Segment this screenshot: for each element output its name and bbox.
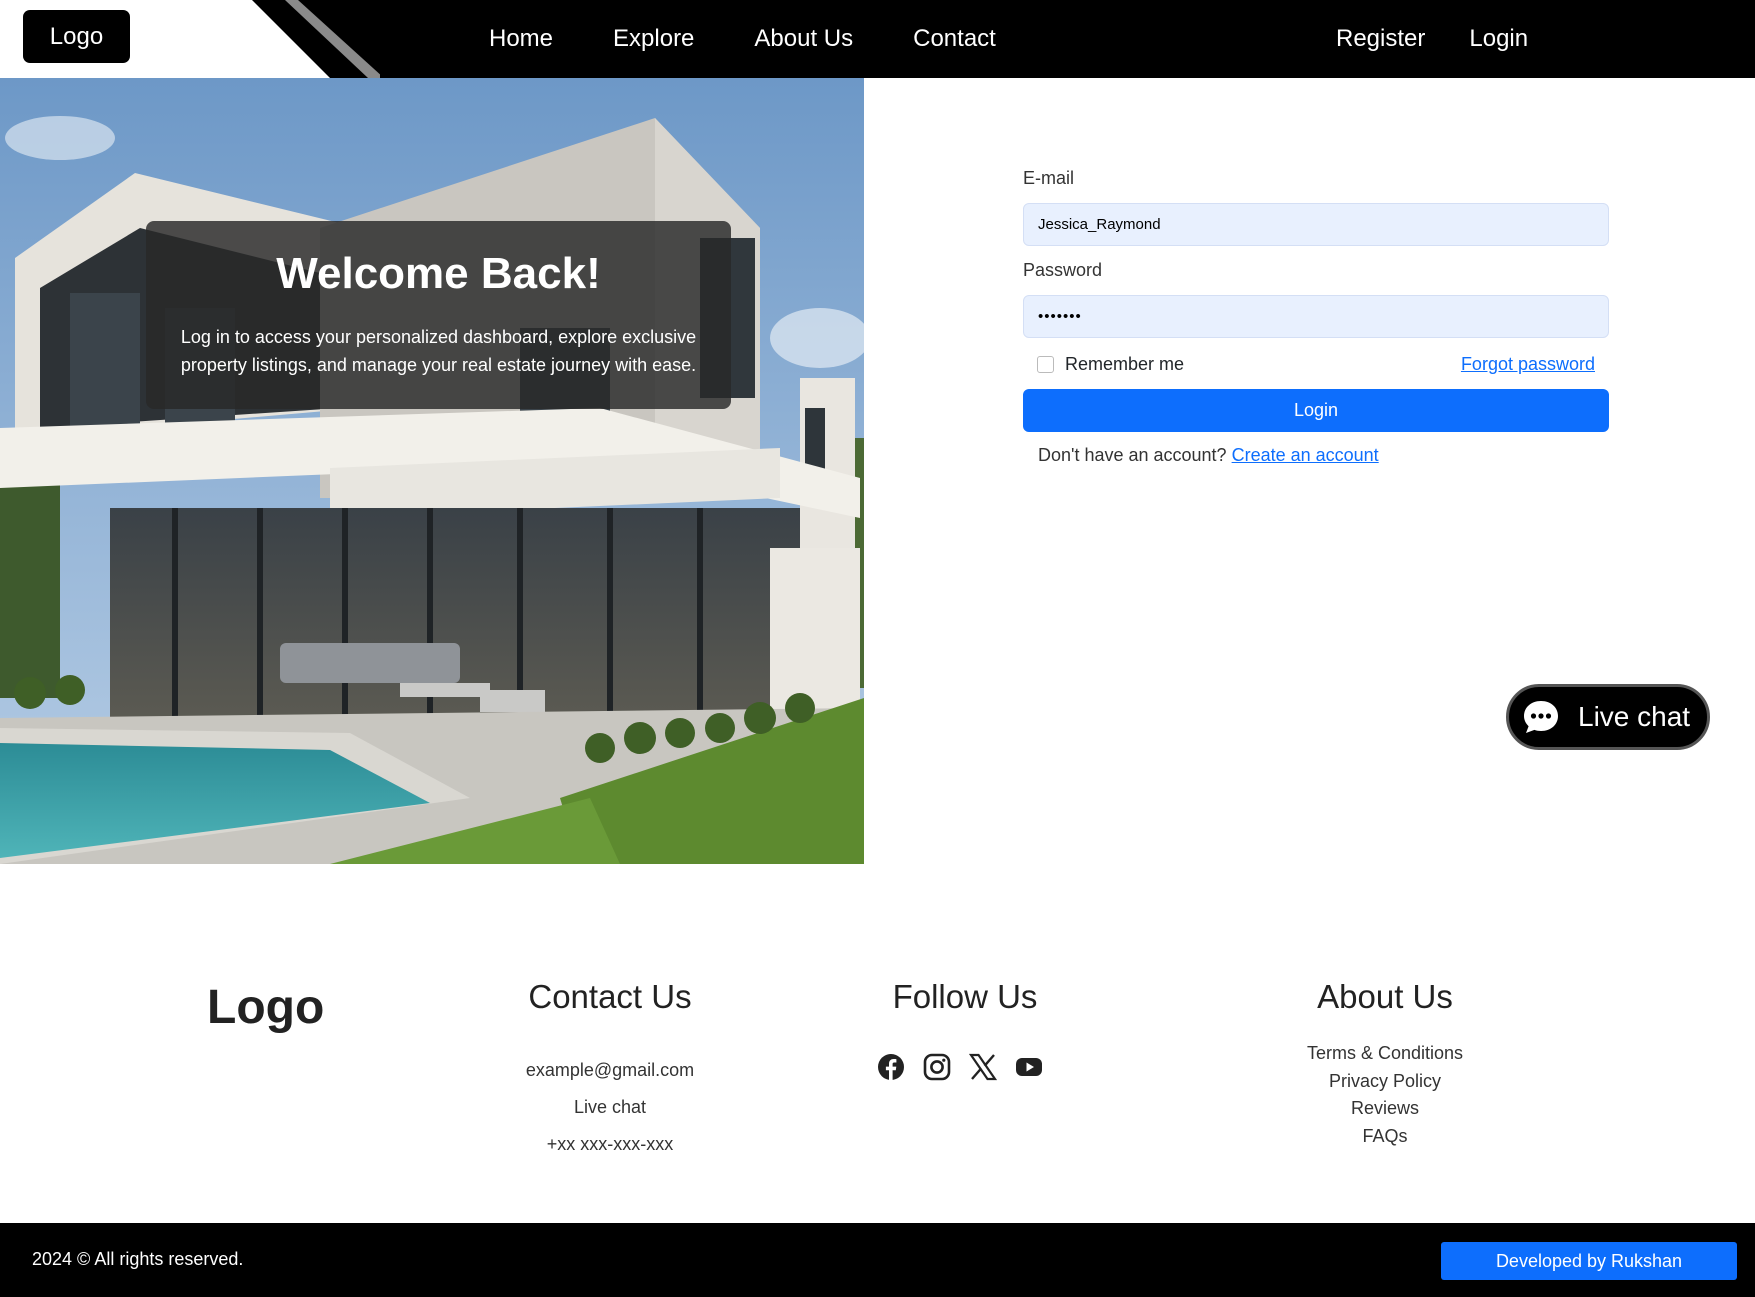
- welcome-title: Welcome Back!: [276, 249, 601, 298]
- footer-about-title: About Us: [1317, 978, 1453, 1015]
- email-label: E-mail: [1023, 168, 1075, 188]
- login-form: E-mail Jessica_Raymond Password ••••••• …: [1023, 168, 1609, 466]
- header-logo[interactable]: Logo: [23, 10, 130, 63]
- nav-home[interactable]: Home: [489, 25, 553, 53]
- forgot-password-link[interactable]: Forgot password: [1461, 354, 1595, 375]
- remember-me-group: Remember me: [1037, 354, 1184, 375]
- email-field[interactable]: Jessica_Raymond: [1023, 203, 1609, 246]
- footer-follow-column: Follow Us: [870, 978, 1060, 1081]
- social-icons: [860, 1053, 1060, 1081]
- x-icon[interactable]: [969, 1053, 997, 1081]
- auth-nav: Register Login: [1336, 0, 1572, 78]
- footer-bottom-bar: 2024 © All rights reserved. Developed by…: [0, 1223, 1755, 1297]
- footer-terms-link[interactable]: Terms & Conditions: [1275, 1040, 1495, 1068]
- house-photo: [0, 78, 864, 864]
- chat-bubble-icon: [1524, 701, 1558, 733]
- nav-about-us[interactable]: About Us: [754, 25, 853, 53]
- live-chat-button[interactable]: Live chat: [1506, 684, 1710, 750]
- footer-follow-title: Follow Us: [892, 978, 1038, 1015]
- live-chat-label: Live chat: [1578, 701, 1691, 732]
- remember-row: Remember me Forgot password: [1023, 349, 1609, 379]
- hero-section: Welcome Back! Log in to access your pers…: [0, 78, 864, 864]
- password-field[interactable]: •••••••: [1023, 295, 1609, 338]
- footer-faqs-link[interactable]: FAQs: [1275, 1123, 1495, 1151]
- footer-logo[interactable]: Logo: [207, 980, 324, 1035]
- signup-prompt: Don't have an account?: [1038, 445, 1227, 465]
- top-navbar: Logo Home Explore About Us Contact Regis…: [0, 0, 1755, 78]
- footer-privacy-link[interactable]: Privacy Policy: [1275, 1068, 1495, 1096]
- nav-login[interactable]: Login: [1469, 25, 1528, 53]
- password-label: Password: [1023, 260, 1103, 280]
- footer-live-chat[interactable]: Live chat: [510, 1089, 710, 1126]
- instagram-icon[interactable]: [923, 1053, 951, 1081]
- nav-register[interactable]: Register: [1336, 25, 1425, 53]
- create-account-link[interactable]: Create an account: [1232, 445, 1379, 465]
- youtube-icon[interactable]: [1015, 1053, 1043, 1081]
- nav-explore[interactable]: Explore: [613, 25, 694, 53]
- footer-email[interactable]: example@gmail.com: [510, 1052, 710, 1089]
- login-button[interactable]: Login: [1023, 389, 1609, 432]
- remember-me-checkbox[interactable]: [1037, 355, 1054, 373]
- footer-contact-column: Contact Us example@gmail.com Live chat +…: [510, 978, 710, 1163]
- footer-contact-title: Contact Us: [528, 978, 692, 1015]
- welcome-panel: Welcome Back! Log in to access your pers…: [146, 221, 731, 409]
- welcome-text: Log in to access your personalized dashb…: [180, 327, 697, 375]
- copyright-text: 2024 © All rights reserved.: [32, 1249, 244, 1269]
- footer-phone[interactable]: +xx xxx-xxx-xxx: [510, 1126, 710, 1163]
- main-nav: Home Explore About Us Contact: [489, 0, 1056, 78]
- footer-about-column: About Us Terms & Conditions Privacy Poli…: [1275, 978, 1495, 1150]
- facebook-icon[interactable]: [877, 1053, 905, 1081]
- developer-credit-button[interactable]: Developed by Rukshan: [1441, 1242, 1737, 1280]
- nav-contact[interactable]: Contact: [913, 25, 996, 53]
- signup-row: Don't have an account? Create an account: [1023, 445, 1609, 466]
- footer-reviews-link[interactable]: Reviews: [1275, 1095, 1495, 1123]
- remember-me-label[interactable]: Remember me: [1065, 354, 1184, 375]
